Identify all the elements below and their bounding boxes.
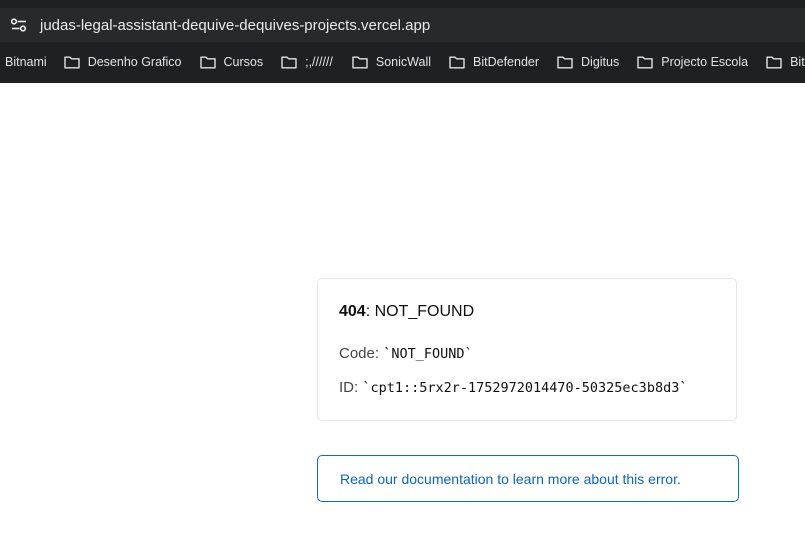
bookmark-folder-slashes[interactable]: ;,//////	[281, 54, 333, 70]
folder-icon	[63, 56, 80, 69]
bookmark-label: ;,//////	[305, 55, 333, 69]
folder-icon	[637, 56, 653, 69]
address-bar[interactable]: judas-legal-assistant-dequive-dequives-p…	[0, 8, 805, 42]
folder-icon	[199, 56, 216, 69]
bookmark-folder-cursos[interactable]: Cursos	[199, 54, 264, 70]
bookmark-folder-projecto-escola[interactable]: Projecto Escola	[637, 54, 748, 70]
folder-icon	[766, 56, 782, 69]
documentation-box: Read our documentation to learn more abo…	[317, 455, 739, 502]
error-heading: 404: NOT_FOUND	[339, 303, 474, 321]
folder-icon	[449, 56, 465, 69]
bookmark-label: BitDefender	[473, 55, 540, 69]
error-id-value: `cpt1::5rx2r-1752972014470-50325ec3b8d3`	[362, 380, 688, 396]
error-status-code: 404	[339, 303, 366, 320]
bookmark-folder-desenho-grafico[interactable]: Desenho Grafico	[63, 54, 182, 70]
error-code-row: Code: `NOT_FOUND`	[339, 345, 473, 362]
bookmark-folder-bitdefender[interactable]: BitDefender	[449, 54, 539, 70]
bookmark-folder-sonicwall[interactable]: SonicWall	[352, 54, 431, 70]
folder-icon	[557, 56, 573, 69]
error-card: 404: NOT_FOUND Code: `NOT_FOUND` ID: `cp…	[317, 278, 737, 421]
url-text[interactable]: judas-legal-assistant-dequive-dequives-p…	[40, 17, 430, 34]
error-id-label: ID:	[339, 379, 363, 396]
bookmark-folder-bitcoin[interactable]: BitCoin	[766, 54, 805, 70]
bookmark-label: Desenho Grafico	[87, 55, 182, 69]
bookmark-folder-digitus[interactable]: Digitus	[557, 54, 619, 70]
bookmark-bitnami[interactable]: Bitnami	[5, 54, 47, 70]
documentation-link[interactable]: Read our documentation to learn more abo…	[340, 471, 681, 487]
error-code-value: `NOT_FOUND`	[383, 346, 473, 362]
browser-chrome: judas-legal-assistant-dequive-dequives-p…	[0, 0, 805, 83]
bookmarks-bar: Bitnami Desenho Grafico Cursos ;,////// …	[0, 50, 805, 74]
bookmark-label: Projecto Escola	[661, 55, 749, 69]
error-code-label: Code:	[339, 345, 384, 362]
error-status-text: : NOT_FOUND	[365, 303, 475, 320]
bookmark-label: Bitnami	[5, 55, 47, 69]
folder-icon	[352, 56, 368, 69]
bookmark-label: Digitus	[581, 55, 620, 69]
bookmark-label: BitCoin	[790, 55, 805, 69]
site-info-button[interactable]	[7, 13, 31, 37]
bookmark-label: SonicWall	[375, 55, 431, 69]
error-id-row: ID: `cpt1::5rx2r-1752972014470-50325ec3b…	[339, 379, 687, 396]
bookmark-label: Cursos	[223, 55, 264, 69]
folder-icon	[281, 56, 297, 69]
tune-icon	[10, 18, 27, 32]
